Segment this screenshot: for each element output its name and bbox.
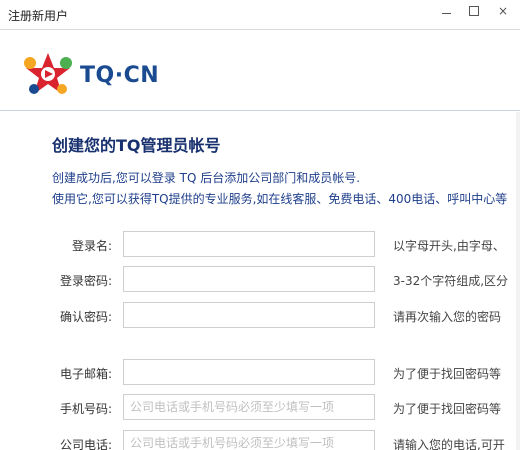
page-title: 创建您的TQ管理员帐号: [52, 136, 221, 155]
mobile-input[interactable]: [123, 394, 375, 420]
company-phone-hint: 请输入您的电话,可开: [393, 438, 505, 450]
username-input[interactable]: [123, 231, 375, 257]
close-button[interactable]: ×: [489, 0, 517, 22]
form-row-username: 登录名: 以字母开头,由字母、: [0, 231, 520, 259]
password-hint: 3-32个字符组成,区分: [393, 274, 509, 288]
vertical-scrollbar[interactable]: [516, 112, 520, 450]
header-banner: TQ·CN: [0, 31, 520, 111]
email-label: 电子邮箱:: [59, 367, 112, 381]
company-phone-input[interactable]: [123, 430, 375, 450]
title-bar: 注册新用户 ×: [0, 0, 520, 30]
confirm-password-label: 确认密码:: [59, 310, 112, 324]
form-row-email: 电子邮箱: 为了便于找回密码等: [0, 359, 520, 387]
username-hint: 以字母开头,由字母、: [393, 239, 505, 253]
email-input[interactable]: [123, 359, 375, 385]
description-line-1: 创建成功后,您可以登录 TQ 后台添加公司部门和成员帐号.: [52, 171, 361, 185]
email-hint: 为了便于找回密码等: [393, 367, 502, 381]
form-row-company-phone: 公司电话: 请输入您的电话,可开: [0, 430, 520, 450]
company-phone-label: 公司电话:: [59, 438, 112, 450]
mobile-label: 手机号码:: [59, 402, 112, 416]
window-title: 注册新用户: [8, 9, 69, 23]
tq-star-logo-icon: [24, 53, 72, 94]
confirm-password-input[interactable]: [123, 302, 375, 328]
form-row-password: 登录密码: 3-32个字符组成,区分: [0, 266, 520, 294]
username-label: 登录名:: [71, 239, 112, 253]
confirm-password-hint: 请再次输入您的密码: [393, 310, 502, 324]
form-row-mobile: 手机号码: 为了便于找回密码等: [0, 394, 520, 422]
mobile-hint: 为了便于找回密码等: [393, 402, 502, 416]
registration-form-area: 创建您的TQ管理员帐号 创建成功后,您可以登录 TQ 后台添加公司部门和成员帐号…: [0, 112, 520, 450]
form-row-confirm-password: 确认密码: 请再次输入您的密码: [0, 302, 520, 330]
tq-logo: TQ·CN: [18, 51, 160, 97]
password-label: 登录密码:: [59, 274, 112, 288]
minimize-button[interactable]: [432, 0, 460, 22]
password-input[interactable]: [123, 266, 375, 292]
maximize-button[interactable]: [460, 0, 488, 22]
description-line-2: 使用它,您可以获得TQ提供的专业服务,如在线客服、免费电话、400电话、呼叫中心…: [52, 192, 508, 206]
logo-text: TQ·CN: [80, 63, 160, 88]
